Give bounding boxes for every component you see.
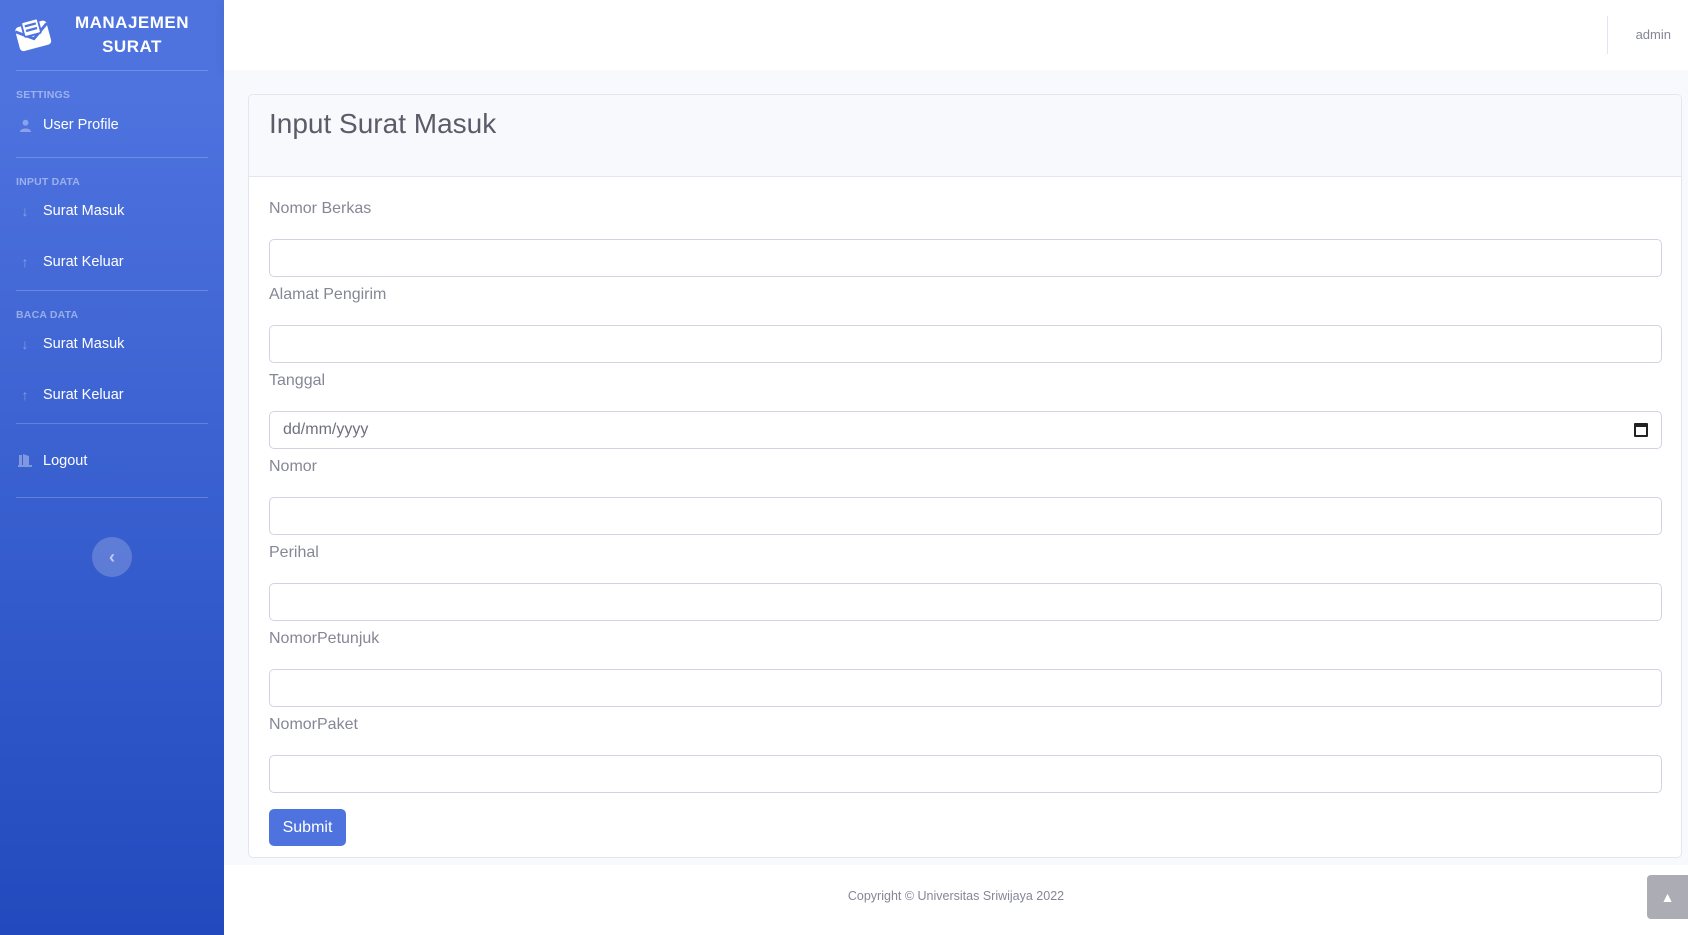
brand[interactable]: MANAJEMEN SURAT [0,0,224,70]
sidebar-item-label: Logout [43,452,88,469]
sidebar: MANAJEMEN SURAT SETTINGS User Profile IN… [0,0,224,935]
nomor-input[interactable] [269,497,1662,535]
tanggal-date-input[interactable]: dd/mm/yyyy [269,411,1662,449]
date-placeholder: dd/mm/yyyy [283,421,369,438]
field-nomor-petunjuk: NomorPetunjuk [269,625,1662,707]
sidebar-item-baca-surat-keluar[interactable]: ↑ Surat Keluar [0,367,224,423]
nomor-paket-input[interactable] [269,755,1662,793]
field-label: Nomor [269,458,318,475]
brand-line-2: SURAT [102,37,162,56]
field-alamat-pengirim: Alamat Pengirim [269,281,1662,363]
form: Nomor Berkas Alamat Pengirim Tanggal dd/… [249,177,1681,846]
sidebar-heading-input-data: INPUT DATA [16,176,81,188]
arrow-up-icon: ↑ [21,387,29,403]
sidebar-heading-baca-data: BACA DATA [16,309,79,321]
sidebar-heading-settings: SETTINGS [16,89,71,101]
envelope-logo-icon [14,17,52,52]
sidebar-item-logout[interactable]: Logout [0,424,224,497]
field-label: NomorPaket [269,716,358,733]
card-header: Input Surat Masuk [249,95,1681,177]
arrow-down-icon: ↓ [21,203,29,219]
sidebar-toggle-button[interactable]: ‹ [92,537,132,577]
field-label: Nomor Berkas [269,200,372,217]
nomor-berkas-input[interactable] [269,239,1662,277]
field-perihal: Perihal [269,539,1662,621]
sidebar-item-label: User Profile [43,117,119,133]
field-nomor-paket: NomorPaket [269,711,1662,793]
alamat-pengirim-input[interactable] [269,325,1662,363]
submit-button[interactable]: Submit [269,809,346,846]
perihal-input[interactable] [269,583,1662,621]
field-label: NomorPetunjuk [269,630,380,647]
arrow-down-icon: ↓ [21,336,29,352]
field-label: Perihal [269,544,319,561]
user-dropdown[interactable]: admin [1636,27,1671,42]
sidebar-item-input-surat-masuk[interactable]: ↓ Surat Masuk [0,188,224,234]
footer: Copyright © Universitas Sriwijaya 2022 [224,865,1688,935]
arrow-up-icon: ↑ [21,254,29,270]
sidebar-item-label: Surat Keluar [43,387,124,403]
field-nomor: Nomor [269,453,1662,535]
nomor-petunjuk-input[interactable] [269,669,1662,707]
sidebar-item-label: Surat Masuk [43,336,125,352]
topbar-divider [1607,16,1608,54]
field-nomor-berkas: Nomor Berkas [269,195,1662,277]
sidebar-item-baca-surat-masuk[interactable]: ↓ Surat Masuk [0,321,224,367]
scroll-to-top-button[interactable]: ▲ [1647,875,1688,919]
sidebar-item-label: Surat Masuk [43,203,125,219]
user-icon [18,118,32,132]
sidebar-item-user-profile[interactable]: User Profile [0,101,224,149]
topbar: admin [224,0,1688,70]
form-card: Input Surat Masuk Nomor Berkas Alamat Pe… [248,94,1682,858]
sidebar-item-input-surat-keluar[interactable]: ↑ Surat Keluar [0,234,224,290]
logout-icon [18,454,32,468]
brand-title: MANAJEMEN SURAT [62,11,202,59]
brand-line-1: MANAJEMEN [74,13,190,32]
field-label: Tanggal [269,372,326,389]
field-label: Alamat Pengirim [269,286,387,303]
sidebar-divider [16,497,208,498]
chevron-up-icon: ▲ [1660,889,1675,905]
page-title: Input Surat Masuk [269,108,497,139]
sidebar-item-label: Surat Keluar [43,254,124,270]
chevron-left-icon: ‹ [109,546,115,567]
calendar-icon[interactable] [1634,423,1648,437]
field-tanggal: Tanggal dd/mm/yyyy [269,367,1662,449]
copyright-text: Copyright © Universitas Sriwijaya 2022 [847,889,1065,903]
